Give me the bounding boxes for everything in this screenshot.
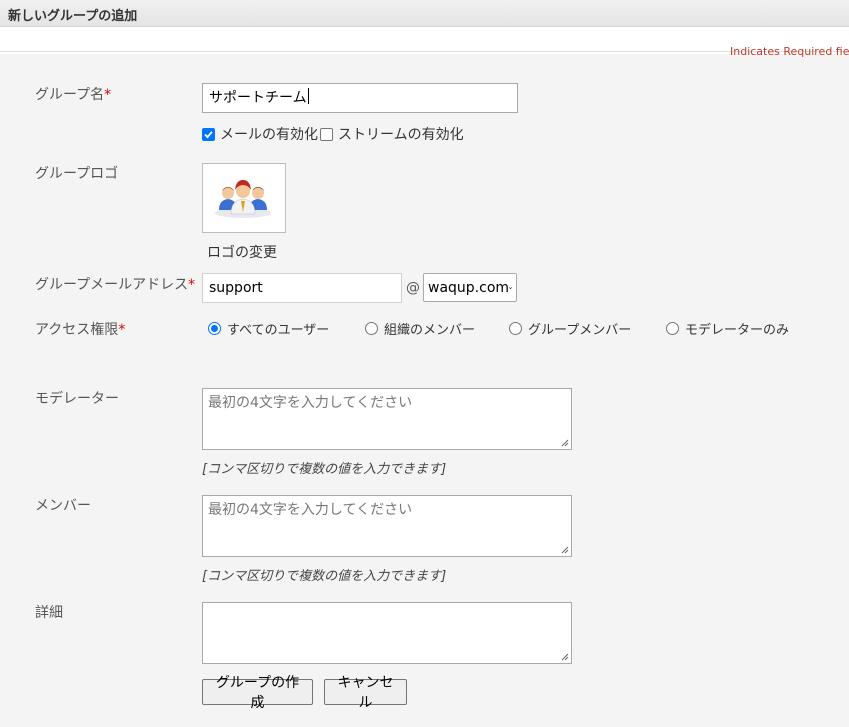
access-option-org-members[interactable]: 組織のメンバー <box>365 319 475 338</box>
resize-grip-icon <box>561 546 569 554</box>
header-spacer <box>0 27 849 52</box>
access-label: アクセス権限* <box>35 322 126 338</box>
enable-email-label[interactable]: メールの有効化 <box>220 124 318 144</box>
resize-grip-icon <box>561 439 569 447</box>
radio-group-members[interactable] <box>509 322 522 335</box>
members-label: メンバー <box>35 498 91 514</box>
moderators-textarea[interactable]: 最初の4文字を入力してください <box>202 388 572 450</box>
required-fields-note: Indicates Required fields <box>730 46 849 57</box>
moderators-hint: [コンマ区切りで複数の値を入力できます] <box>202 462 447 477</box>
moderators-placeholder: 最初の4文字を入力してください <box>208 395 413 411</box>
access-option-moderators-only[interactable]: モデレーターのみ <box>666 319 789 338</box>
details-textarea[interactable] <box>202 602 572 664</box>
checkmark-icon <box>204 130 213 138</box>
enable-stream-label[interactable]: ストリームの有効化 <box>338 124 464 144</box>
radio-org-members[interactable] <box>365 322 378 335</box>
enable-email-checkbox[interactable] <box>202 127 215 141</box>
group-logo-label: グループロゴ <box>35 166 119 182</box>
moderators-label: モデレーター <box>35 391 119 407</box>
email-domain-select[interactable]: waqup.com <box>423 273 517 302</box>
resize-grip-icon <box>561 653 569 661</box>
chevron-down-icon <box>509 286 512 289</box>
create-group-button[interactable]: グループの作成 <box>202 675 313 711</box>
at-sign: @ <box>406 280 420 296</box>
radio-all-users[interactable] <box>208 322 221 335</box>
group-logo-image <box>202 163 286 233</box>
email-domain-value: waqup.com <box>428 279 510 296</box>
access-option-group-members[interactable]: グループメンバー <box>509 319 631 338</box>
group-name-label: グループ名* <box>35 87 112 103</box>
members-hint: [コンマ区切りで複数の値を入力できます] <box>202 569 447 584</box>
enable-stream-checkbox[interactable] <box>320 127 333 141</box>
access-option-all-users[interactable]: すべてのユーザー <box>208 319 329 338</box>
details-label: 詳細 <box>35 605 63 621</box>
page-title: 新しいグループの追加 <box>8 9 138 24</box>
text-cursor <box>307 88 309 104</box>
members-textarea[interactable]: 最初の4文字を入力してください <box>202 495 572 557</box>
cancel-button[interactable]: キャンセル <box>324 675 407 711</box>
group-name-input[interactable]: サポートチーム <box>202 83 518 113</box>
group-email-label: グループメールアドレス* <box>35 277 196 293</box>
radio-moderators-only[interactable] <box>666 322 679 335</box>
members-placeholder: 最初の4文字を入力してください <box>208 502 413 518</box>
group-people-icon <box>215 180 271 218</box>
enable-options: メールの有効化 ストリームの有効化 <box>202 124 464 144</box>
page-header: 新しいグループの追加 <box>0 0 849 27</box>
change-logo-link[interactable]: ロゴの変更 <box>207 242 277 262</box>
group-email-input[interactable]: support <box>202 273 402 303</box>
